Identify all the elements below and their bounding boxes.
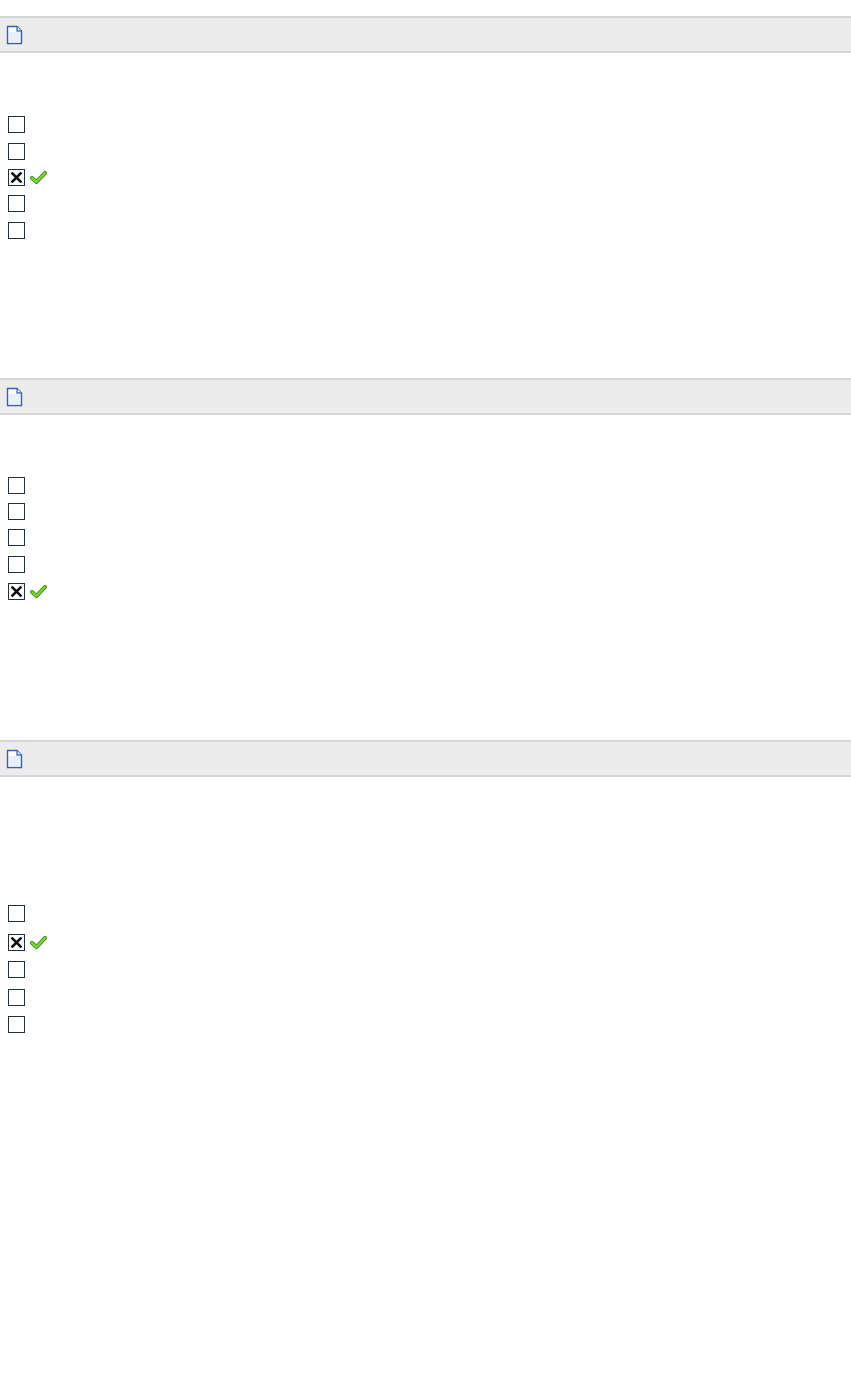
checkbox-unchecked[interactable] bbox=[8, 116, 25, 133]
question-header bbox=[0, 378, 851, 415]
checkbox-unchecked[interactable] bbox=[8, 989, 25, 1006]
checkbox-unchecked[interactable] bbox=[8, 905, 25, 922]
question-header bbox=[0, 16, 851, 53]
checkbox-unchecked[interactable] bbox=[8, 503, 25, 520]
document-icon bbox=[6, 749, 23, 769]
x-mark-icon bbox=[11, 937, 22, 948]
checkbox-checked[interactable] bbox=[8, 169, 25, 186]
checkbox-unchecked[interactable] bbox=[8, 961, 25, 978]
checkmark-icon bbox=[30, 585, 47, 598]
checkbox-unchecked[interactable] bbox=[8, 195, 25, 212]
checkbox-checked[interactable] bbox=[8, 934, 25, 951]
checkbox-unchecked[interactable] bbox=[8, 1016, 25, 1033]
checkbox-unchecked[interactable] bbox=[8, 477, 25, 494]
x-mark-icon bbox=[11, 586, 22, 597]
checkmark-icon bbox=[30, 936, 47, 949]
document-icon bbox=[6, 387, 23, 407]
checkbox-unchecked[interactable] bbox=[8, 143, 25, 160]
checkbox-unchecked[interactable] bbox=[8, 222, 25, 239]
question-header bbox=[0, 740, 851, 777]
checkbox-unchecked[interactable] bbox=[8, 556, 25, 573]
checkmark-icon bbox=[30, 171, 47, 184]
x-mark-icon bbox=[11, 172, 22, 183]
checkbox-unchecked[interactable] bbox=[8, 529, 25, 546]
checkbox-checked[interactable] bbox=[8, 583, 25, 600]
document-icon bbox=[6, 25, 23, 45]
